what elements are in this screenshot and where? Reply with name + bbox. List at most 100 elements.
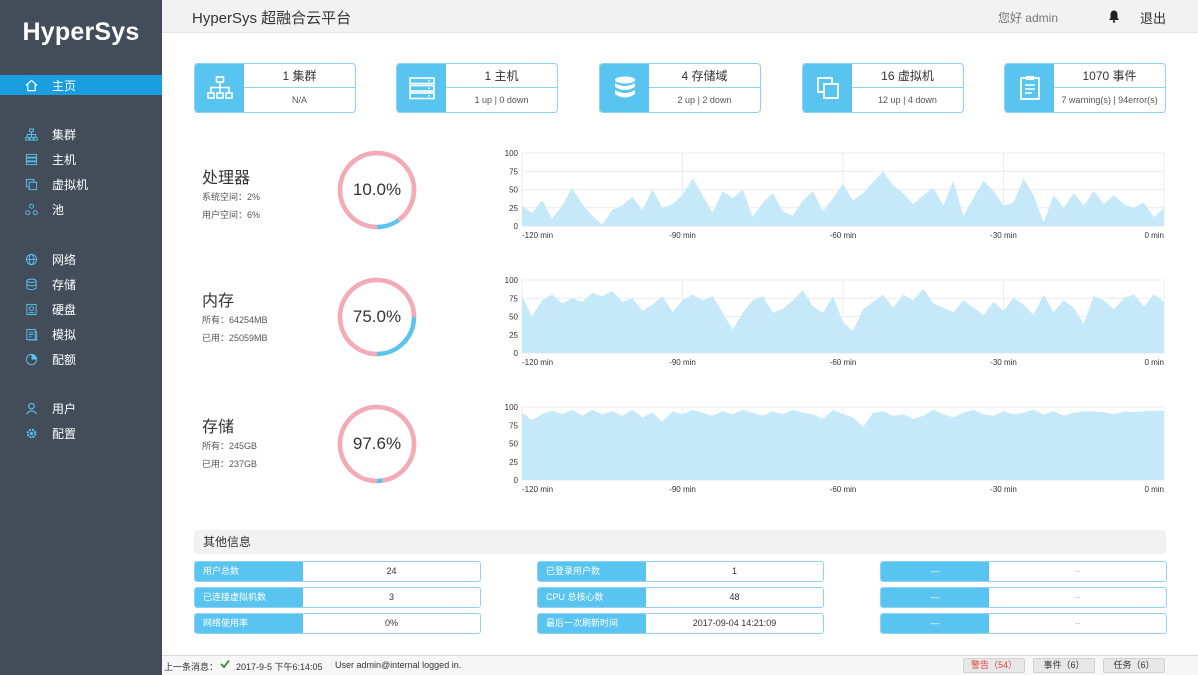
sidebar-item-config[interactable]: 配置 <box>0 423 162 443</box>
sidebar-item-label: 池 <box>52 202 65 217</box>
memory-gauge-value: 75.0% <box>352 307 402 326</box>
sidebar-item-label: 用户 <box>52 401 77 416</box>
cpu-user-usage: 用户空间：6% <box>202 210 261 220</box>
sidebar-item-cluster[interactable]: 集群 <box>0 124 162 144</box>
x-tick-label: -60 min <box>830 485 857 494</box>
info-value: 24 <box>386 566 397 576</box>
x-tick-label: 0 min <box>1144 485 1164 494</box>
info-label: 已连接虚拟机数 <box>195 588 303 607</box>
pool-icon <box>24 202 38 216</box>
sidebar-item-network[interactable]: 网络 <box>0 249 162 269</box>
memory-total: 所有：64254MB <box>202 315 268 325</box>
info-label: 用户总数 <box>195 562 303 581</box>
warnings-button[interactable]: 警告（54） <box>963 658 1025 673</box>
info-value: -- <box>1074 592 1081 602</box>
server-icon <box>24 152 38 166</box>
sidebar-item-label: 配额 <box>52 352 77 367</box>
storage-domain-card[interactable]: 4 存储域 2 up | 2 down <box>599 63 761 113</box>
x-tick-label: -30 min <box>990 358 1017 367</box>
cpu-title: 处理器 <box>202 170 251 187</box>
events-button[interactable]: 事件（6） <box>1033 658 1095 673</box>
info-value: 1 <box>731 566 737 576</box>
info-label: CPU 总核心数 <box>538 588 646 607</box>
y-tick-label: 50 <box>509 440 518 449</box>
sidebar-item-label: 模拟 <box>52 327 77 342</box>
last-message-time: 2017-9-5 下午6:14:05 <box>236 662 323 672</box>
y-tick-label: 0 <box>514 349 519 358</box>
sidebar-item-template[interactable]: 模拟 <box>0 324 162 344</box>
info-placeholder: — -- <box>880 561 1167 582</box>
info-label: — <box>881 614 989 633</box>
pie-icon <box>24 352 38 366</box>
x-tick-label: -30 min <box>990 485 1017 494</box>
top-header: HyperSys 超融合云平台 您好 admin 退出 <box>162 0 1198 33</box>
x-tick-label: -120 min <box>522 485 553 494</box>
server-icon <box>397 64 446 112</box>
card-subtitle: 12 up | 4 down <box>878 95 937 105</box>
vm-icon <box>803 64 852 112</box>
x-tick-label: 0 min <box>1144 358 1164 367</box>
sidebar-item-label: 主页 <box>52 78 77 93</box>
tasks-button[interactable]: 任务（6） <box>1103 658 1165 673</box>
info-value: 3 <box>388 592 394 602</box>
sidebar-item-pool[interactable]: 池 <box>0 199 162 219</box>
info-total-users: 用户总数 24 <box>194 561 481 582</box>
x-tick-label: -90 min <box>669 231 696 240</box>
vm-icon <box>24 177 38 191</box>
info-label: 最后一次刷新时间 <box>538 614 646 633</box>
usage-area-series <box>522 409 1164 480</box>
last-message-text: User admin@internal logged in. <box>335 660 462 670</box>
info-value: -- <box>1074 566 1081 576</box>
y-tick-label: 50 <box>509 313 518 322</box>
card-title: 4 存储域 <box>649 64 760 88</box>
sidebar-item-quota[interactable]: 配额 <box>0 349 162 369</box>
brand-logo: HyperSys <box>22 18 140 46</box>
sidebar-item-label: 网络 <box>52 252 77 267</box>
bell-icon[interactable] <box>1108 9 1120 23</box>
cluster-card[interactable]: 1 集群 N/A <box>194 63 356 113</box>
cluster-icon <box>195 64 244 112</box>
sidebar-item-disk[interactable]: 硬盘 <box>0 299 162 319</box>
clipboard-icon <box>1005 64 1054 112</box>
logout-button[interactable]: 退出 <box>1140 8 1166 27</box>
memory-title: 内存 <box>202 293 235 310</box>
x-tick-label: -60 min <box>830 358 857 367</box>
storage-title: 存储 <box>202 419 235 436</box>
page-title: HyperSys 超融合云平台 <box>192 10 352 27</box>
y-tick-label: 25 <box>509 331 518 340</box>
sidebar-item-users[interactable]: 用户 <box>0 398 162 418</box>
card-subtitle: 7 warning(s) | 94error(s) <box>1061 95 1158 105</box>
y-tick-label: 100 <box>505 149 519 158</box>
info-label: — <box>881 562 989 581</box>
sidebar-item-vm[interactable]: 虚拟机 <box>0 174 162 194</box>
sidebar-item-label: 主机 <box>52 152 77 167</box>
sidebar-item-label: 虚拟机 <box>52 177 89 192</box>
event-card[interactable]: 1070 事件 7 warning(s) | 94error(s) <box>1004 63 1166 113</box>
y-tick-label: 100 <box>505 403 519 412</box>
y-tick-label: 75 <box>509 167 518 176</box>
sidebar-item-host[interactable]: 主机 <box>0 149 162 169</box>
sidebar-item-home[interactable]: 主页 <box>0 75 162 95</box>
storage-usage-chart: 0 25 50 75 100 -120 min -90 min -60 min -30 min 0… <box>505 403 1165 494</box>
cpu-gauge-value: 10.0% <box>352 180 402 199</box>
sidebar-item-storage[interactable]: 存储 <box>0 274 162 294</box>
info-value: 48 <box>729 592 740 602</box>
x-tick-label: -30 min <box>990 231 1017 240</box>
y-tick-label: 0 <box>514 476 519 485</box>
y-tick-label: 25 <box>509 204 518 213</box>
y-tick-label: 75 <box>509 294 518 303</box>
last-message-label: 上一条消息： <box>164 662 219 672</box>
vm-card[interactable]: 16 虚拟机 12 up | 4 down <box>802 63 964 113</box>
card-title: 1 主机 <box>446 64 557 88</box>
y-tick-label: 50 <box>509 186 518 195</box>
info-last-refresh: 最后一次刷新时间 2017-09-04 14:21:09 <box>537 613 824 634</box>
memory-usage-chart: 0 25 50 75 100 -120 min -90 min -60 min -30 min 0… <box>505 276 1165 367</box>
host-card[interactable]: 1 主机 1 up | 0 down <box>396 63 558 113</box>
storage-total: 所有：245GB <box>202 441 258 451</box>
user-icon <box>24 401 38 415</box>
x-tick-label: -120 min <box>522 358 553 367</box>
info-value: 2017-09-04 14:21:09 <box>692 618 777 628</box>
info-label: — <box>881 588 989 607</box>
x-tick-label: 0 min <box>1144 231 1164 240</box>
x-tick-label: -90 min <box>669 485 696 494</box>
